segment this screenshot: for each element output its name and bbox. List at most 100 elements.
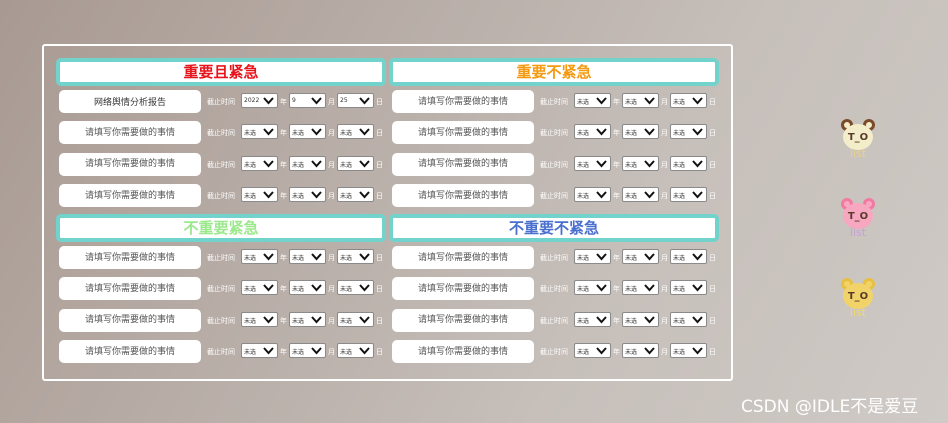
day-select[interactable]: 未选: [337, 124, 374, 140]
year-select-value: 未选: [244, 317, 257, 325]
month-select[interactable]: 未选: [622, 187, 659, 203]
day-select[interactable]: 未选: [670, 124, 707, 140]
task-input[interactable]: [59, 308, 201, 332]
bear-todo-list-yellow-icon[interactable]: T_O list: [836, 274, 880, 319]
year-select[interactable]: 未选: [574, 187, 611, 203]
year-select[interactable]: 未选: [574, 155, 611, 171]
day-select[interactable]: 未选: [670, 343, 707, 359]
year-select-value: 未选: [244, 161, 257, 169]
chevron-down-icon: [692, 97, 703, 105]
day-select[interactable]: 未选: [670, 155, 707, 171]
year-select[interactable]: 未选: [574, 249, 611, 264]
task-input[interactable]: [59, 277, 201, 301]
year-select[interactable]: 2022: [241, 93, 278, 108]
task-input[interactable]: [59, 121, 201, 145]
deadline-label: 截止时间: [207, 254, 235, 262]
task-row: 截止时间未选年未选月未选日: [389, 180, 719, 211]
day-select[interactable]: 未选: [670, 249, 707, 264]
svg-text:list: list: [850, 226, 867, 238]
month-unit-label: 月: [328, 254, 335, 262]
day-select[interactable]: 未选: [337, 249, 374, 264]
month-select[interactable]: 未选: [622, 93, 659, 108]
month-select[interactable]: 未选: [289, 343, 326, 359]
month-select[interactable]: 未选: [622, 280, 659, 296]
chevron-down-icon: [596, 160, 607, 168]
task-input[interactable]: [392, 308, 534, 332]
deadline-label: 截止时间: [207, 192, 235, 201]
chevron-down-icon: [692, 191, 703, 199]
task-row: 截止时间未选年未选月未选日: [56, 149, 386, 180]
year-select[interactable]: 未选: [574, 280, 611, 296]
year-select[interactable]: 未选: [574, 124, 611, 140]
month-select[interactable]: 未选: [289, 124, 326, 140]
year-unit-label: 年: [280, 316, 287, 325]
month-select[interactable]: 未选: [289, 187, 326, 203]
day-unit-label: 日: [376, 316, 383, 325]
month-select-value: 未选: [292, 193, 305, 201]
year-select[interactable]: 未选: [241, 280, 278, 296]
day-select-value: 未选: [340, 349, 353, 357]
month-select[interactable]: 未选: [289, 249, 326, 264]
deadline-label: 截止时间: [540, 348, 568, 357]
year-select[interactable]: 未选: [241, 155, 278, 171]
day-select[interactable]: 未选: [670, 187, 707, 203]
day-select[interactable]: 25: [337, 93, 374, 108]
day-select[interactable]: 未选: [670, 311, 707, 327]
task-input[interactable]: [392, 340, 534, 364]
month-unit-label: 月: [661, 316, 668, 325]
task-input[interactable]: [59, 184, 201, 208]
task-input[interactable]: [392, 90, 534, 113]
year-select[interactable]: 未选: [241, 124, 278, 140]
year-unit-label: 年: [613, 192, 620, 201]
day-select[interactable]: 未选: [337, 280, 374, 296]
bear-todo-list-brown-icon[interactable]: T_O list: [836, 115, 880, 160]
task-row: 截止时间未选年未选月未选日: [56, 117, 386, 148]
month-select[interactable]: 未选: [289, 155, 326, 171]
task-row: 截止时间未选年未选月未选日: [389, 305, 719, 336]
month-select[interactable]: 未选: [289, 280, 326, 296]
month-unit-label: 月: [661, 98, 668, 106]
year-select[interactable]: 未选: [574, 311, 611, 327]
task-input[interactable]: [59, 246, 201, 269]
month-select[interactable]: 未选: [622, 124, 659, 140]
chevron-down-icon: [311, 160, 322, 168]
day-select[interactable]: 未选: [670, 93, 707, 108]
month-select[interactable]: 未选: [622, 311, 659, 327]
month-select[interactable]: 9: [289, 93, 326, 108]
svg-text:list: list: [850, 306, 867, 318]
day-select[interactable]: 未选: [337, 187, 374, 203]
day-unit-label: 日: [376, 129, 383, 138]
chevron-down-icon: [359, 284, 370, 292]
day-unit-label: 日: [376, 348, 383, 357]
task-input[interactable]: [59, 152, 201, 176]
month-select[interactable]: 未选: [622, 249, 659, 264]
month-select[interactable]: 未选: [622, 155, 659, 171]
month-select-value: 未选: [625, 130, 638, 138]
task-input[interactable]: [59, 340, 201, 364]
quadrant-title: 不重要不紧急: [389, 214, 719, 242]
month-unit-label: 月: [661, 254, 668, 262]
month-select[interactable]: 未选: [622, 343, 659, 359]
task-input[interactable]: [392, 121, 534, 145]
year-select[interactable]: 未选: [241, 343, 278, 359]
day-select[interactable]: 未选: [670, 280, 707, 296]
year-select[interactable]: 未选: [241, 249, 278, 264]
task-input[interactable]: [392, 184, 534, 208]
year-select[interactable]: 未选: [574, 343, 611, 359]
day-select[interactable]: 未选: [337, 343, 374, 359]
year-select[interactable]: 未选: [241, 311, 278, 327]
month-select[interactable]: 未选: [289, 311, 326, 327]
day-select[interactable]: 未选: [337, 155, 374, 171]
month-select-value: 未选: [292, 349, 305, 357]
deadline-label: 截止时间: [540, 160, 568, 169]
bear-todo-list-pink-icon[interactable]: T_O list: [836, 194, 880, 239]
task-input[interactable]: [392, 152, 534, 176]
task-input[interactable]: [392, 246, 534, 269]
day-select[interactable]: 未选: [337, 311, 374, 327]
task-input[interactable]: [59, 90, 201, 113]
task-input[interactable]: [392, 277, 534, 301]
year-select[interactable]: 未选: [574, 93, 611, 108]
chevron-down-icon: [263, 316, 274, 324]
year-select[interactable]: 未选: [241, 187, 278, 203]
deadline-label: 截止时间: [207, 316, 235, 325]
